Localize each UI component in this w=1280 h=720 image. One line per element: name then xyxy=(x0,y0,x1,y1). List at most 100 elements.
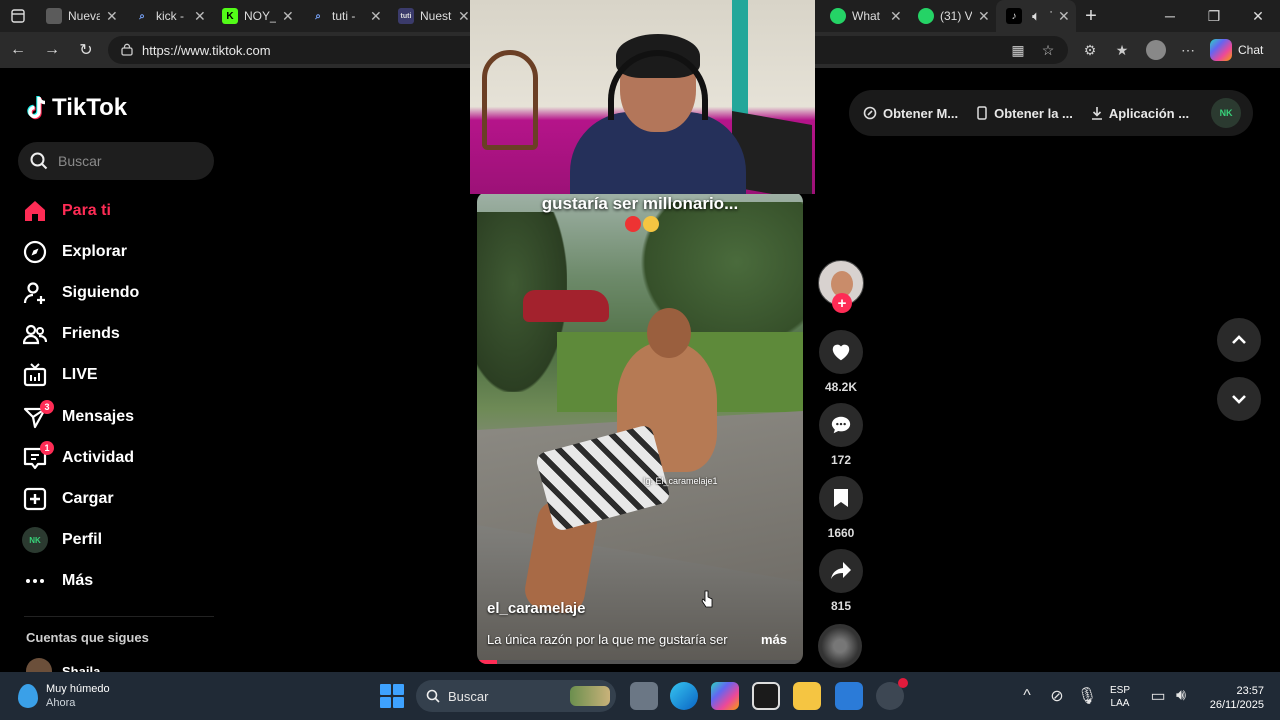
window-controls: ─ ❐ ✕ xyxy=(1148,0,1280,32)
tiktok-logo[interactable]: TikTok xyxy=(26,94,127,122)
close-icon[interactable]: ✕ xyxy=(890,8,902,25)
close-icon[interactable]: ✕ xyxy=(106,8,118,25)
site-info-icon[interactable] xyxy=(120,43,134,57)
tab-kick[interactable]: ⌕ kick - ✕ xyxy=(124,0,212,32)
previous-video-button[interactable] xyxy=(1217,318,1261,362)
desktop-app-label: Aplicación ... xyxy=(1108,105,1190,121)
settings-icon[interactable] xyxy=(876,678,908,710)
like-action[interactable]: 48.2K xyxy=(819,330,863,394)
camera-off-icon[interactable]: ⊘ xyxy=(1046,672,1068,720)
heart-icon[interactable] xyxy=(819,330,863,374)
video-player[interactable]: gustaría ser millonario... Ig: El_carame… xyxy=(477,192,803,664)
video-person-head xyxy=(647,308,691,358)
extensions-icon[interactable]: ⚙ xyxy=(1078,38,1102,62)
close-icon[interactable]: ✕ xyxy=(194,8,206,25)
favorites-icon[interactable]: ★ xyxy=(1110,38,1134,62)
follow-plus-icon[interactable]: + xyxy=(832,293,852,313)
phone-icon xyxy=(977,106,987,120)
close-icon[interactable]: ✕ xyxy=(370,8,382,25)
save-action[interactable]: 1660 xyxy=(819,476,863,540)
tab-label: What xyxy=(852,9,881,23)
sidebar-item-explorar[interactable]: Explorar xyxy=(22,231,222,272)
audio-icon[interactable]: 🔈︎ xyxy=(1028,8,1044,24)
favorite-star-icon[interactable]: ☆ xyxy=(1036,38,1060,62)
weather-widget[interactable]: Muy húmedo Ahora xyxy=(18,682,110,710)
profile-icon: NK xyxy=(22,527,48,554)
tab-tiktok[interactable]: ♪ 🔈︎ T ✕ xyxy=(996,0,1076,32)
profile-icon[interactable] xyxy=(1144,38,1168,62)
edge-icon[interactable] xyxy=(670,682,698,710)
sidebar-item-siguiendo[interactable]: Siguiendo xyxy=(22,272,222,313)
close-window-button[interactable]: ✕ xyxy=(1236,0,1280,32)
back-button[interactable]: ← xyxy=(6,38,30,62)
tab-noy[interactable]: K NOY_ ✕ xyxy=(212,0,300,32)
profile-avatar-button[interactable]: NK xyxy=(1211,98,1242,128)
sidebar-item-friends[interactable]: Friends xyxy=(22,314,222,355)
search-placeholder: Buscar xyxy=(58,153,102,169)
bookmark-icon[interactable] xyxy=(819,476,863,520)
copilot-chat-button[interactable]: Chat xyxy=(1210,37,1263,63)
tab-actions-icon[interactable] xyxy=(0,0,36,32)
sidebar-item-live[interactable]: LIVE xyxy=(22,355,222,396)
home-icon xyxy=(22,198,48,224)
reload-button[interactable]: ↻ xyxy=(74,38,98,62)
next-video-button[interactable] xyxy=(1217,377,1261,421)
minimize-button[interactable]: ─ xyxy=(1148,0,1192,32)
tab-nuest[interactable]: tuti Nuest ✕ xyxy=(388,0,476,32)
get-coins-button[interactable]: Obtener M... xyxy=(863,106,958,121)
forward-button[interactable]: → xyxy=(40,38,64,62)
tab-whatsapp-2[interactable]: (31) V ✕ xyxy=(908,0,996,32)
tab-strip-right: What ✕ (31) V ✕ ♪ 🔈︎ T ✕ + xyxy=(820,0,1106,32)
file-explorer-icon[interactable] xyxy=(793,682,821,710)
apps-icon[interactable]: ▦ xyxy=(1006,38,1030,62)
start-button[interactable] xyxy=(380,684,404,708)
activity-badge: 1 xyxy=(40,440,54,455)
close-icon[interactable]: ✕ xyxy=(282,8,294,25)
new-tab-button[interactable]: + xyxy=(1076,0,1106,32)
video-author[interactable]: el_caramelaje xyxy=(487,600,585,617)
following-account[interactable]: Shaila xyxy=(26,658,100,672)
share-action[interactable]: 815 xyxy=(819,549,863,613)
get-app-button[interactable]: Obtener la ... xyxy=(976,106,1073,121)
desktop-app-button[interactable]: Aplicación ... xyxy=(1091,106,1189,121)
show-hidden-icons-icon[interactable]: ^ xyxy=(1016,672,1038,720)
sidebar-item-label: Actividad xyxy=(62,448,135,466)
close-icon[interactable]: ✕ xyxy=(978,8,990,25)
tab-whatsapp[interactable]: What ✕ xyxy=(820,0,908,32)
volume-icon[interactable]: 🔊︎ xyxy=(1170,672,1192,720)
music-disc-icon[interactable] xyxy=(818,624,862,668)
more-button[interactable]: más xyxy=(761,632,787,647)
close-icon[interactable]: ✕ xyxy=(458,8,470,25)
sidebar-item-para-ti[interactable]: Para ti xyxy=(22,190,222,231)
webcam-overlay xyxy=(470,0,815,194)
copilot-icon[interactable] xyxy=(711,682,739,710)
store-icon[interactable] xyxy=(835,682,863,710)
share-icon[interactable] xyxy=(819,549,863,593)
terminal-icon[interactable] xyxy=(752,682,780,710)
comment-icon[interactable] xyxy=(819,403,863,447)
creator-avatar[interactable]: + xyxy=(818,260,864,313)
comment-action[interactable]: 172 xyxy=(819,403,863,467)
microphone-icon[interactable]: 🎙︎ xyxy=(1076,672,1098,720)
taskbar-search[interactable]: Buscar xyxy=(416,680,616,712)
sidebar-item-cargar[interactable]: Cargar xyxy=(22,478,222,519)
whatsapp-icon xyxy=(830,8,846,24)
search-input[interactable]: Buscar xyxy=(18,142,214,180)
video-progress-bar[interactable] xyxy=(477,660,803,664)
input-language[interactable]: ESP LAA xyxy=(1110,684,1130,710)
network-icon[interactable]: ▭ xyxy=(1148,672,1168,720)
following-icon xyxy=(22,280,48,306)
clock[interactable]: 23:57 26/11/2025 xyxy=(1200,684,1264,712)
restore-button[interactable]: ❐ xyxy=(1192,0,1236,32)
emoji-icons xyxy=(625,216,661,236)
tab-label: NOY_ xyxy=(244,9,276,23)
close-icon[interactable]: ✕ xyxy=(1058,8,1070,25)
tab-nueva[interactable]: Nueva ✕ xyxy=(36,0,124,32)
task-view-icon[interactable] xyxy=(630,682,658,710)
tab-tuti[interactable]: ⌕ tuti - ✕ xyxy=(300,0,388,32)
sidebar-item-mas[interactable]: Más xyxy=(22,561,222,602)
sidebar-item-perfil[interactable]: NK Perfil xyxy=(22,520,222,561)
sidebar-item-actividad[interactable]: 1 Actividad xyxy=(22,437,222,478)
sidebar-item-mensajes[interactable]: 3 Mensajes xyxy=(22,396,222,437)
menu-dots-icon[interactable]: ⋯ xyxy=(1176,38,1200,62)
